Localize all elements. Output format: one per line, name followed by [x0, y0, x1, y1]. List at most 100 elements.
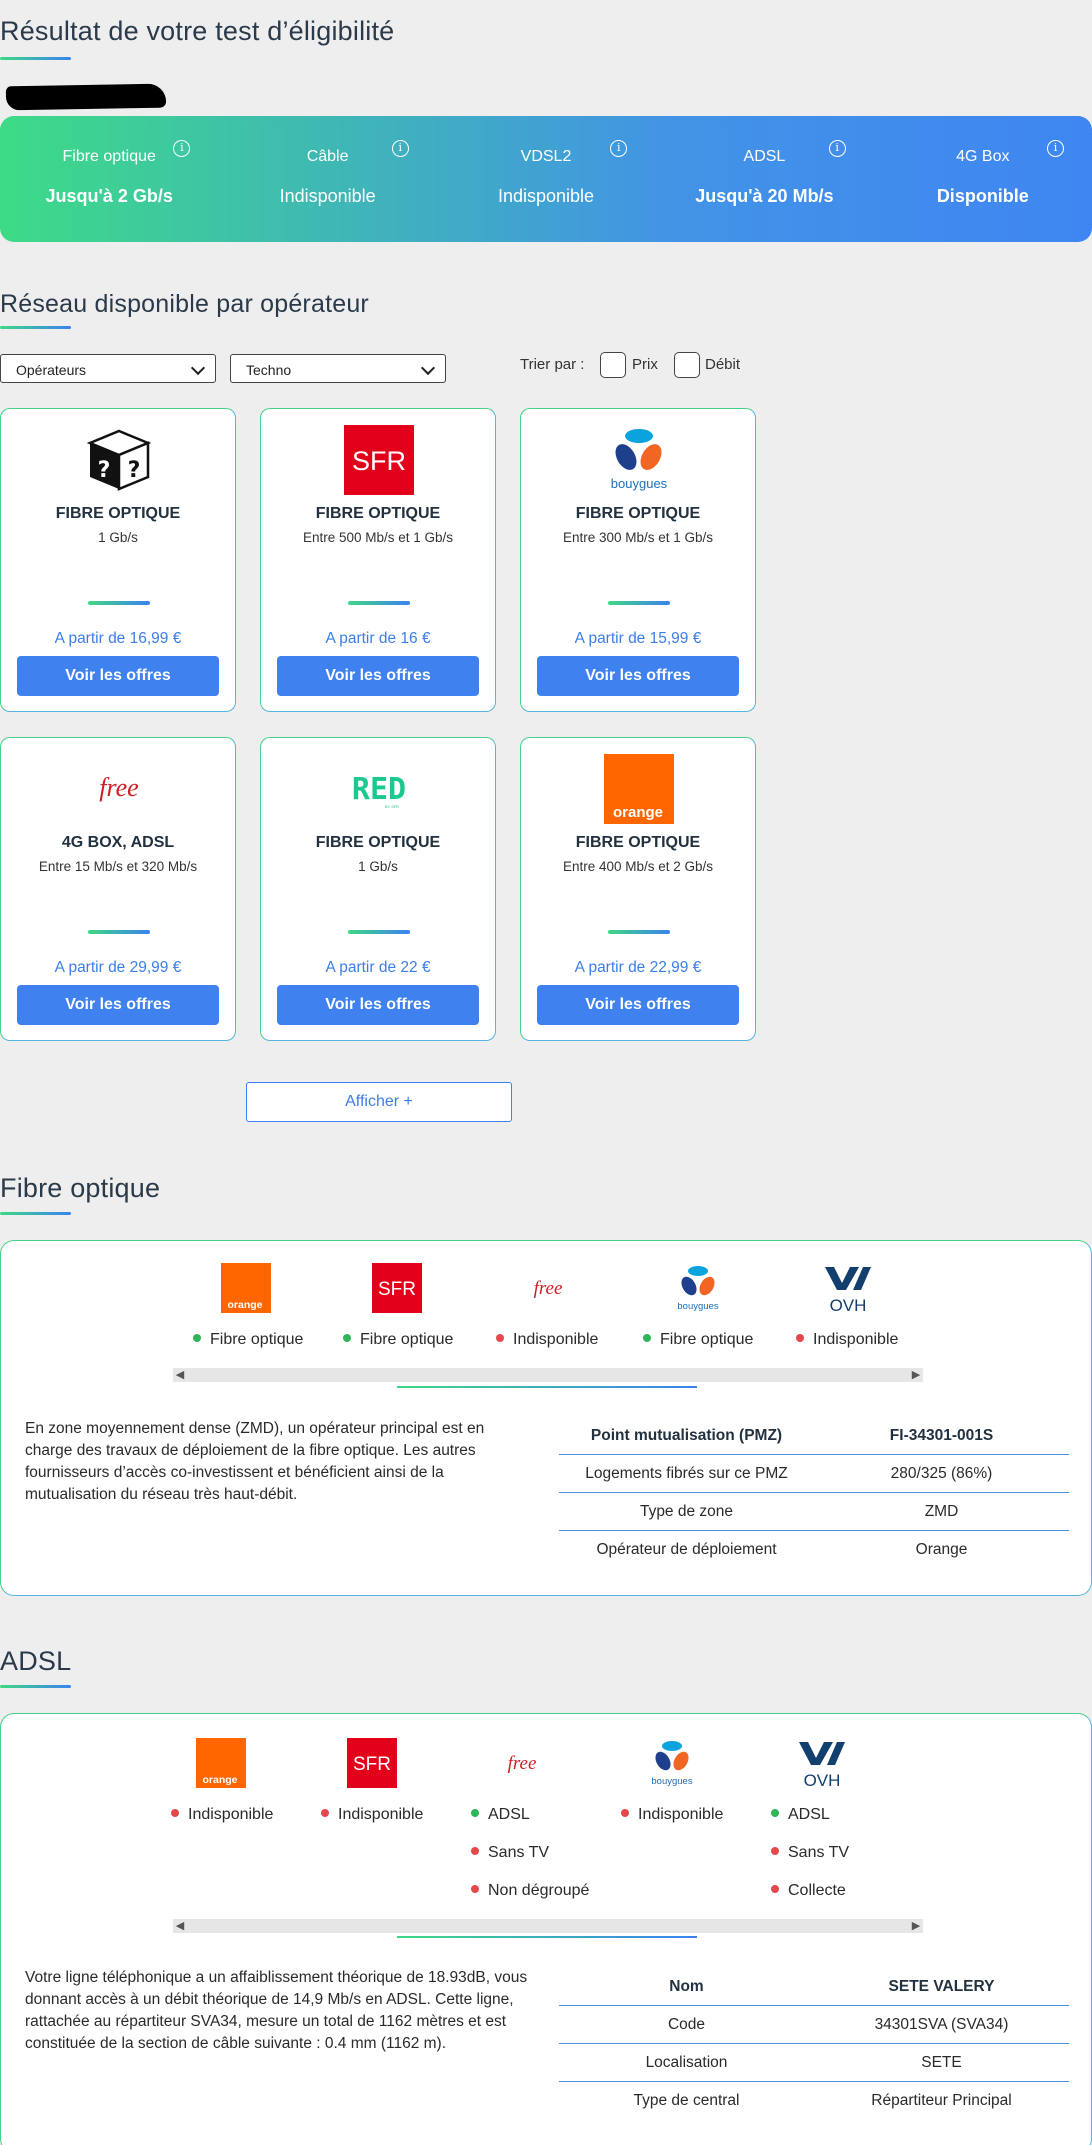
- card-price: A partir de 22,99 €: [574, 959, 702, 976]
- scroll-left-icon[interactable]: ◀: [173, 1919, 187, 1933]
- operator-card: ? ? FIBRE OPTIQUE 1 Gb/s A partir de 16,…: [0, 408, 236, 712]
- card-tech: FIBRE OPTIQUE: [315, 834, 441, 851]
- view-offers-button[interactable]: Voir les offres: [277, 656, 479, 696]
- sfr-logo-text: SFR: [353, 1754, 391, 1775]
- info-icon[interactable]: i: [1047, 140, 1065, 157]
- status-dot-red: [771, 1847, 779, 1855]
- card-speed: Entre 300 Mb/s et 1 Gb/s: [562, 530, 714, 545]
- sort-speed-checkbox[interactable]: [674, 352, 700, 378]
- chevron-down-icon: [420, 360, 436, 376]
- banner-vdsl2: VDSL2 i Indisponible: [437, 116, 655, 242]
- status-dot-red: [471, 1847, 479, 1855]
- info-icon[interactable]: i: [391, 140, 409, 157]
- adsl-panel: orange SFR free bouygues OVH Indisponibl…: [0, 1713, 1092, 2145]
- banner-tech-value: Indisponible: [279, 186, 376, 206]
- operator-status: Sans TV: [471, 1844, 549, 1862]
- card-divider: [348, 601, 410, 605]
- horizontal-scrollbar[interactable]: ◀ ▶: [173, 1919, 923, 1933]
- bouygues-logo-text: bouygues: [651, 1776, 692, 1787]
- orange-logo-text: orange: [613, 804, 663, 821]
- table-row: Code 34301SVA (SVA34): [559, 2006, 1069, 2044]
- card-price: A partir de 29,99 €: [54, 959, 182, 976]
- ovh-logo: OVH: [799, 1742, 845, 1788]
- banner-tech-value: Disponible: [936, 186, 1029, 206]
- show-more-button[interactable]: Afficher +: [246, 1082, 512, 1122]
- operator-card: RED BY SFR FIBRE OPTIQUE 1 Gb/s A partir…: [260, 737, 496, 1041]
- card-divider: [608, 601, 670, 605]
- operator-status: Indisponible: [796, 1331, 898, 1349]
- status-dot-red: [771, 1885, 779, 1893]
- table-row: Type de zone ZMD: [559, 1493, 1069, 1531]
- title-underline: [0, 57, 71, 60]
- status-dot-green: [193, 1334, 201, 1342]
- horizontal-scrollbar[interactable]: ◀ ▶: [173, 1368, 923, 1382]
- scroll-right-icon[interactable]: ▶: [909, 1368, 923, 1382]
- view-offers-button[interactable]: Voir les offres: [17, 985, 219, 1025]
- sfr-logo: SFR: [347, 1738, 397, 1788]
- banner-4g-box: 4G Box i Disponible: [874, 116, 1092, 242]
- fibre-description: En zone moyennement dense (ZMD), un opér…: [25, 1420, 485, 1503]
- table-row: Type de central Répartiteur Principal: [633, 2092, 1012, 2109]
- banner-tech-value: Indisponible: [497, 186, 595, 206]
- operator-status: Fibre optique: [193, 1331, 303, 1349]
- view-offers-button[interactable]: Voir les offres: [17, 656, 219, 696]
- table-row: Logements fibrés sur ce PMZ 280/325 (86%): [559, 1455, 1069, 1493]
- orange-logo: orange: [221, 1263, 271, 1313]
- view-offers-button[interactable]: Voir les offres: [277, 985, 479, 1025]
- adsl-description: Votre ligne téléphonique a un affaibliss…: [25, 1969, 528, 2052]
- card-divider: [348, 930, 410, 934]
- card-divider: [608, 930, 670, 934]
- heading-underline: [0, 1212, 71, 1215]
- ovh-logo-text: OVH: [830, 1296, 867, 1313]
- table-row: Nom SETE VALERY: [559, 1968, 1069, 2006]
- view-offers-button[interactable]: Voir les offres: [537, 985, 739, 1025]
- scroll-left-icon[interactable]: ◀: [173, 1368, 187, 1382]
- status-dot-red: [321, 1809, 329, 1817]
- banner-cable: Câble i Indisponible: [218, 116, 436, 242]
- view-offers-button[interactable]: Voir les offres: [537, 656, 739, 696]
- free-logo: free: [99, 773, 138, 802]
- table-row: Point mutualisation (PMZ) FI-34301-001S: [559, 1417, 1069, 1455]
- bouygues-logo: bouygues: [651, 1741, 693, 1787]
- card-price: A partir de 22 €: [325, 959, 431, 976]
- banner-tech-value: Jusqu'à 20 Mb/s: [695, 186, 834, 206]
- free-logo-text: free: [534, 1278, 563, 1299]
- card-speed: 1 Gb/s: [98, 530, 138, 545]
- red-logo-text: RED: [352, 772, 406, 807]
- free-logo: free: [534, 1278, 563, 1299]
- card-price: A partir de 15,99 €: [574, 630, 702, 647]
- operator-status: Indisponible: [171, 1806, 273, 1824]
- sort-price-label: Prix: [632, 356, 658, 373]
- operators-select[interactable]: Opérateurs: [0, 354, 216, 383]
- heading-underline: [0, 1685, 71, 1688]
- banner-adsl: ADSL i Jusqu'à 20 Mb/s: [655, 116, 873, 242]
- free-logo-text: free: [508, 1753, 537, 1774]
- table-row: Localisation SETE: [559, 2044, 1069, 2082]
- info-icon[interactable]: i: [828, 140, 846, 157]
- section-divider: [397, 1936, 697, 1938]
- operators-select-value: Opérateurs: [16, 362, 87, 378]
- sfr-logo: SFR: [344, 425, 414, 495]
- red-logo: RED BY SFR: [352, 772, 406, 809]
- ovh-logo: OVH: [825, 1267, 871, 1313]
- free-logo-text: free: [99, 773, 138, 802]
- operator-card: SFR FIBRE OPTIQUE Entre 500 Mb/s et 1 Gb…: [260, 408, 496, 712]
- banner-tech-value: Jusqu'à 2 Gb/s: [45, 186, 173, 206]
- bouygues-logo: bouygues: [611, 429, 668, 491]
- operator-status: Indisponible: [621, 1806, 723, 1824]
- operator-status: Collecte: [771, 1882, 846, 1900]
- operator-status: Non dégroupé: [471, 1882, 589, 1900]
- section-divider: [397, 1386, 697, 1388]
- scroll-right-icon[interactable]: ▶: [909, 1919, 923, 1933]
- sort-price-checkbox[interactable]: [600, 352, 626, 378]
- card-divider: [88, 601, 150, 605]
- operator-status: ADSL: [471, 1806, 530, 1824]
- adsl-heading: ADSL: [0, 1646, 72, 1676]
- card-tech: FIBRE OPTIQUE: [315, 505, 441, 522]
- question-glyph: ?: [128, 458, 141, 483]
- bouygues-logo: bouygues: [677, 1266, 719, 1312]
- free-logo: free: [508, 1753, 537, 1774]
- card-tech: FIBRE OPTIQUE: [575, 834, 701, 851]
- card-tech: FIBRE OPTIQUE: [55, 505, 181, 522]
- techno-select[interactable]: Techno: [230, 354, 446, 383]
